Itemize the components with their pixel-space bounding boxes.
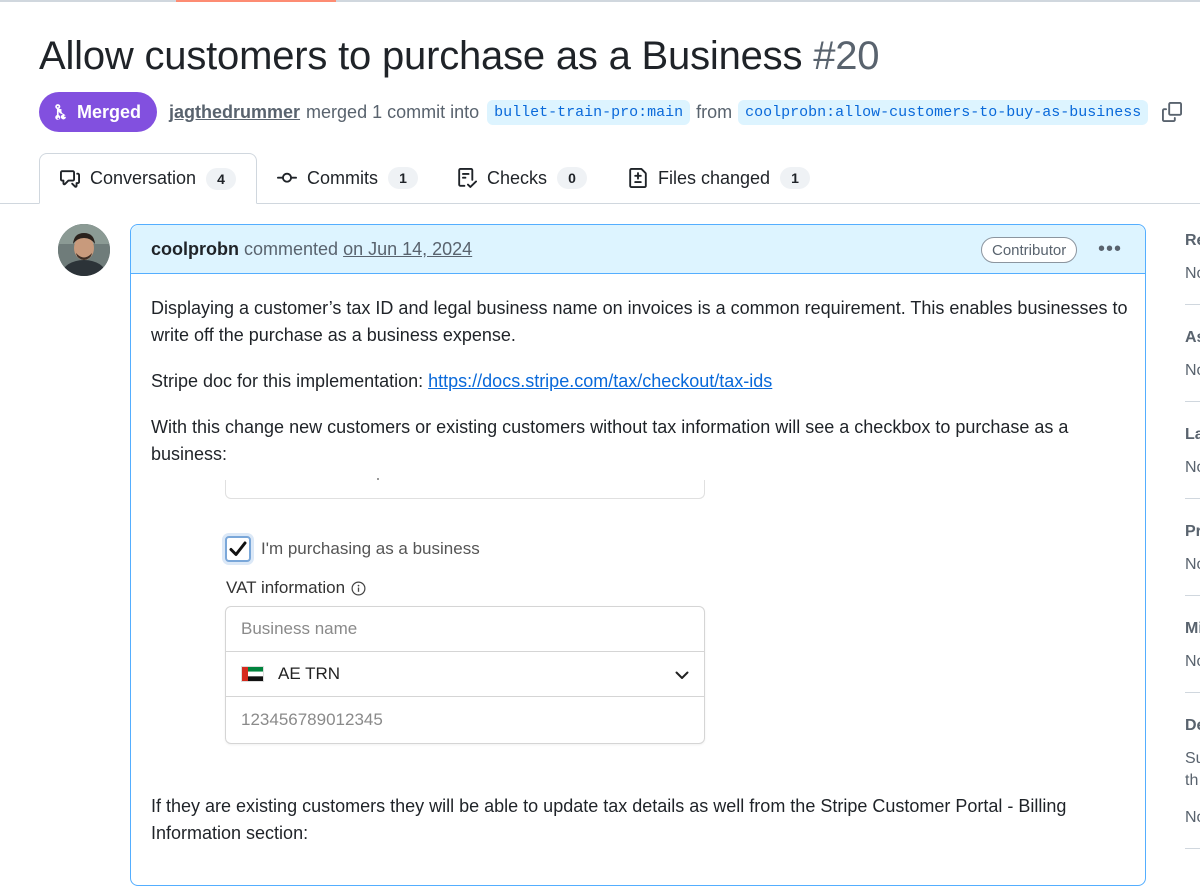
pr-meta: Merged jagthedrummer merged 1 commit int… (39, 92, 1183, 132)
previous-field-edge (225, 480, 705, 499)
sidebar-heading-assignees[interactable]: As (1185, 329, 1200, 347)
sidebar-heading-labels[interactable]: La (1185, 426, 1200, 444)
business-checkbox-label: I'm purchasing as a business (261, 539, 480, 558)
embedded-screenshot-checkout: I'm purchasing as a business VAT informa… (201, 478, 705, 760)
sidebar-divider (1185, 498, 1200, 499)
pr-number: #20 (813, 34, 880, 78)
tab-conversation-label: Conversation (90, 168, 197, 188)
sidebar-divider (1185, 304, 1200, 305)
comment-discussion-icon (60, 169, 80, 188)
tab-checks-count: 0 (557, 167, 588, 189)
tab-commits-label: Commits (307, 167, 378, 188)
checklist-icon (458, 168, 477, 188)
tab-files-changed-count: 1 (780, 167, 811, 189)
tab-checks-label: Checks (487, 167, 548, 188)
comment-verb: commented (244, 239, 339, 259)
tab-files-changed-label: Files changed (658, 167, 771, 188)
sidebar-value-projects: No (1185, 556, 1200, 573)
comment-body: Displaying a customer’s tax ID and legal… (151, 295, 1131, 468)
business-name-field: Business name (226, 607, 704, 652)
tab-checks[interactable]: Checks 0 (457, 153, 588, 203)
doc-prefix-text: Stripe doc for this implementation: (151, 371, 429, 391)
tab-files-changed[interactable]: Files changed 1 (628, 153, 811, 203)
sidebar-value-development-1: Su (1185, 750, 1200, 767)
head-branch-link[interactable]: coolprobn:allow-customers-to-buy-as-busi… (738, 99, 1149, 125)
previous-field-dot (377, 478, 379, 480)
sidebar-heading-development: De (1185, 717, 1200, 734)
copy-branch-button[interactable] (1162, 102, 1183, 122)
header-divider (0, 0, 1200, 2)
tax-id-type-value: AE TRN (278, 664, 341, 683)
comment-author-line: coolprobn commented on Jun 14, 2024 (151, 239, 472, 260)
comment-paragraph-3: With this change new customers or existi… (151, 417, 1069, 464)
tax-id-type-select: AE TRN (226, 652, 704, 697)
merge-action-text: merged 1 commit into (306, 101, 480, 122)
comment-paragraph-2: Stripe doc for this implementation: http… (151, 368, 1131, 395)
vat-label-text: VAT information (226, 578, 346, 597)
info-icon (351, 581, 366, 595)
comment-paragraph-4: If they are existing customers they will… (151, 796, 1067, 843)
sidebar-divider (1185, 401, 1200, 402)
pr-comment: coolprobn commented on Jun 14, 2024 Cont… (130, 224, 1146, 886)
sidebar-heading-milestone[interactable]: Mi (1185, 620, 1200, 638)
checkmark-icon (229, 541, 247, 556)
comment-paragraph-1: Displaying a customer’s tax ID and legal… (151, 298, 1128, 345)
uae-flag-icon (241, 666, 264, 682)
vat-form-box: Business name AE TRN 123456789012345 (225, 606, 705, 744)
sidebar-value-milestone: No (1185, 653, 1200, 670)
merged-label: Merged (77, 101, 142, 122)
pr-title-text: Allow customers to purchase as a Busines… (39, 34, 803, 78)
comment-options-icon[interactable]: ••• (1098, 238, 1122, 261)
merger-author-link[interactable]: jagthedrummer (169, 102, 300, 123)
comment-author-link[interactable]: coolprobn (151, 239, 239, 259)
base-branch-link[interactable]: bullet-train-pro:main (487, 99, 691, 125)
contributor-badge: Contributor (981, 237, 1078, 263)
pr-title: Allow customers to purchase as a Busines… (39, 34, 880, 79)
tab-commits[interactable]: Commits 1 (277, 153, 418, 203)
tab-conversation-count: 4 (206, 167, 237, 190)
avatar[interactable] (58, 224, 110, 276)
sidebar-value-development-3: No (1185, 809, 1200, 826)
sidebar-divider (1185, 595, 1200, 596)
sidebar-heading-projects[interactable]: Pr (1185, 523, 1200, 541)
active-nav-underline (176, 0, 336, 2)
vat-information-label: VAT information (226, 578, 366, 598)
git-commit-icon (277, 172, 297, 183)
merged-state-badge: Merged (39, 92, 158, 132)
sidebar-value-development-2: th (1185, 772, 1199, 789)
comment-timestamp-link[interactable]: on Jun 14, 2024 (343, 239, 472, 259)
tab-conversation[interactable]: Conversation 4 (39, 153, 258, 204)
stripe-doc-link[interactable]: https://docs.stripe.com/tax/checkout/tax… (428, 371, 772, 391)
tab-commits-count: 1 (388, 167, 418, 189)
sidebar-divider (1185, 848, 1200, 849)
sidebar-heading-reviewers[interactable]: Re (1185, 232, 1200, 250)
sidebar-value-labels: No (1185, 459, 1200, 476)
sidebar-divider (1185, 692, 1200, 693)
avatar-image (58, 224, 110, 276)
comment-header: coolprobn commented on Jun 14, 2024 Cont… (131, 225, 1145, 274)
git-merge-icon (55, 104, 66, 120)
business-checkbox (225, 536, 251, 562)
from-text: from (696, 101, 733, 122)
chevron-down-icon (675, 671, 689, 679)
sidebar-value-assignees: No (1185, 362, 1200, 379)
file-diff-icon (629, 168, 647, 188)
copy-icon (1162, 102, 1183, 122)
tax-id-number-field: 123456789012345 (241, 709, 383, 729)
sidebar-value-reviewers: No (1185, 265, 1200, 282)
pr-tabs: Conversation 4 Commits 1 Checks 0 Files … (0, 153, 1200, 204)
